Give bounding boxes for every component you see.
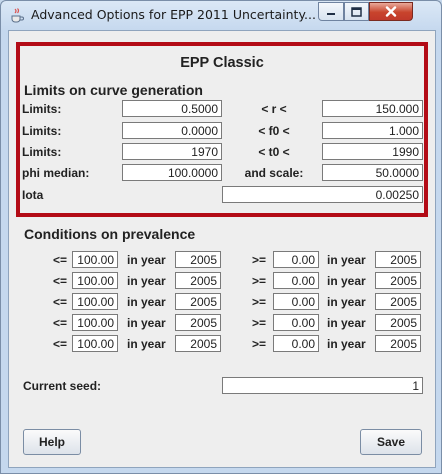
max-prevalence-field[interactable]: 100.00 [72,293,118,310]
prevalence-heading: Conditions on prevalence [24,226,196,242]
maximize-button[interactable] [344,2,369,21]
ge-label: >= [252,337,267,351]
f0-high-field[interactable]: 1.000 [322,122,423,139]
max-prevalence-field[interactable]: 100.00 [72,314,118,331]
le-label: <= [53,274,68,288]
in-year-label: in year [127,337,166,351]
max-prevalence-year-field[interactable]: 2005 [175,314,221,331]
in-year-label: in year [127,253,166,267]
ge-label: >= [252,295,267,309]
min-prevalence-field[interactable]: 0.00 [273,314,319,331]
min-prevalence-year-field[interactable]: 2005 [375,251,421,268]
phi-median-label: phi median: [22,166,90,180]
in-year-label: in year [127,316,166,330]
scale-label: and scale: [244,166,304,180]
le-label: <= [53,316,68,330]
f0-range-label: < f0 < [258,124,290,138]
in-year-label: in year [127,274,166,288]
limits-label: Limits: [22,145,62,159]
close-icon [385,6,397,17]
min-prevalence-field[interactable]: 0.00 [273,251,319,268]
minimize-button[interactable] [318,2,344,21]
f0-low-field[interactable]: 0.0000 [122,122,222,139]
current-seed-field[interactable]: 1 [222,377,423,394]
max-prevalence-field[interactable]: 100.00 [72,272,118,289]
phi-median-field[interactable]: 100.0000 [122,164,222,181]
limits-section-heading: Limits on curve generation [24,82,203,98]
iota-label: Iota [22,188,44,202]
max-prevalence-year-field[interactable]: 2005 [175,251,221,268]
min-prevalence-year-field[interactable]: 2005 [375,335,421,352]
epp-classic-heading: EPP Classic [180,55,264,71]
t0-low-field[interactable]: 1970 [122,143,222,160]
save-button[interactable]: Save [360,429,422,455]
help-button[interactable]: Help [23,429,81,455]
dialog-window: Advanced Options for EPP 2011 Uncertaint… [0,0,442,474]
in-year-label: in year [327,316,366,330]
r-high-field[interactable]: 150.000 [322,100,423,117]
scale-field[interactable]: 50.0000 [322,164,423,181]
t0-range-label: < t0 < [258,145,290,159]
iota-field[interactable]: 0.00250 [222,186,423,203]
window-title: Advanced Options for EPP 2011 Uncertaint… [31,7,316,22]
ge-label: >= [252,253,267,267]
min-prevalence-year-field[interactable]: 2005 [375,293,421,310]
close-button[interactable] [369,2,413,21]
max-prevalence-year-field[interactable]: 2005 [175,272,221,289]
min-prevalence-field[interactable]: 0.00 [273,293,319,310]
min-prevalence-year-field[interactable]: 2005 [375,314,421,331]
limits-label: Limits: [22,102,62,116]
max-prevalence-year-field[interactable]: 2005 [175,293,221,310]
in-year-label: in year [127,295,166,309]
le-label: <= [53,253,68,267]
t0-high-field[interactable]: 1990 [322,143,423,160]
in-year-label: in year [327,295,366,309]
limits-label: Limits: [22,124,62,138]
r-range-label: < r < [261,102,287,116]
in-year-label: in year [327,274,366,288]
in-year-label: in year [327,337,366,351]
current-seed-label: Current seed: [23,379,102,393]
java-cup-icon [11,8,24,23]
le-label: <= [53,337,68,351]
min-prevalence-year-field[interactable]: 2005 [375,272,421,289]
min-prevalence-field[interactable]: 0.00 [273,272,319,289]
maximize-icon [351,6,362,17]
title-bar[interactable]: Advanced Options for EPP 2011 Uncertaint… [1,1,441,29]
ge-label: >= [252,316,267,330]
in-year-label: in year [327,253,366,267]
minimize-icon [327,12,335,15]
max-prevalence-field[interactable]: 100.00 [72,335,118,352]
max-prevalence-field[interactable]: 100.00 [72,251,118,268]
max-prevalence-year-field[interactable]: 2005 [175,335,221,352]
dialog-content: EPP Classic Limits on curve generation L… [8,30,436,468]
le-label: <= [53,295,68,309]
r-low-field[interactable]: 0.5000 [122,100,222,117]
min-prevalence-field[interactable]: 0.00 [273,335,319,352]
ge-label: >= [252,274,267,288]
